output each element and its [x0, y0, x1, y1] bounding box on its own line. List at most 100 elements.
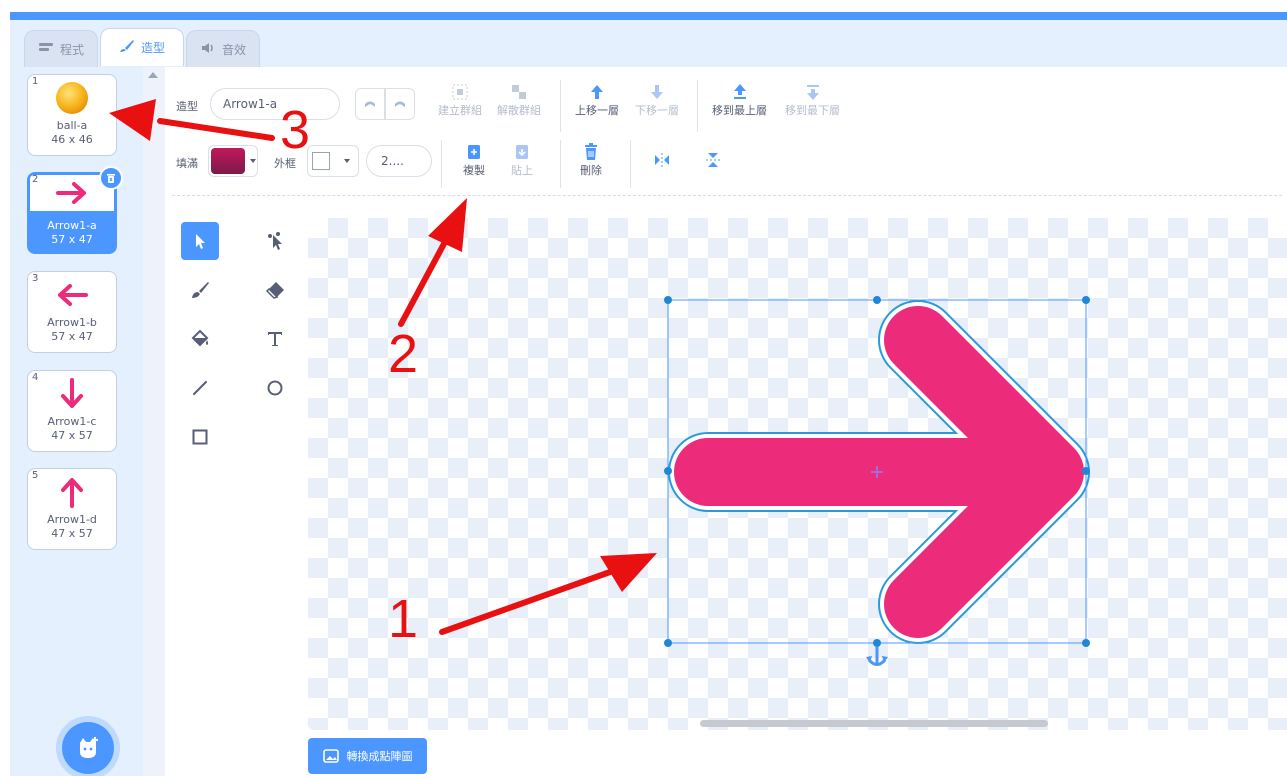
costume-item-5[interactable]: 5 Arrow1-d 47 x 57: [27, 468, 117, 550]
costume-item-1[interactable]: 1 ball-a 46 x 46: [27, 74, 117, 156]
tab-costumes[interactable]: 造型: [100, 28, 184, 66]
toolbar-separator: [697, 80, 698, 132]
trash-icon: [107, 174, 115, 183]
front-label: 移到最上層: [712, 104, 767, 117]
tab-costumes-label: 造型: [140, 41, 165, 55]
code-icon: [38, 41, 54, 58]
undo-icon: [365, 101, 375, 107]
costume-size: 46 x 46: [51, 133, 93, 146]
backward-icon: [647, 82, 667, 102]
ungroup-icon: [509, 82, 529, 102]
eraser-icon: [265, 282, 284, 299]
forward-icon: [587, 82, 607, 102]
trash-icon: [581, 142, 601, 162]
flip-horizontal-button[interactable]: [652, 150, 672, 170]
toolbar-divider: [172, 195, 1282, 196]
tab-sounds-label: 音效: [221, 42, 246, 57]
costume-size: 57 x 47: [51, 330, 93, 343]
flip-vertical-button[interactable]: [703, 150, 723, 170]
back-button[interactable]: 移到最下層: [785, 82, 840, 118]
costume-name: Arrow1-a: [47, 219, 97, 232]
outline-width-input[interactable]: 2....: [366, 145, 432, 177]
convert-to-bitmap-button[interactable]: 轉換成點陣圖: [308, 738, 427, 774]
chevron-down-icon: [250, 159, 256, 163]
circle-icon: [267, 380, 283, 396]
copy-button[interactable]: 複製: [463, 142, 485, 178]
brush-icon: [192, 282, 209, 298]
costume-name: Arrow1-c: [47, 415, 97, 428]
forward-button[interactable]: 上移一層: [575, 82, 619, 118]
text-icon: [268, 332, 282, 346]
costume-name-input[interactable]: Arrow1-a: [210, 88, 340, 120]
group-label: 建立群組: [438, 104, 482, 117]
circle-tool[interactable]: [256, 369, 294, 407]
costume-size: 57 x 47: [51, 233, 93, 246]
select-arrow-icon: [196, 234, 205, 249]
paste-label: 貼上: [511, 164, 533, 177]
copy-icon: [464, 142, 484, 162]
copy-label: 複製: [463, 164, 485, 177]
convert-to-bitmap-label: 轉換成點陣圖: [346, 750, 413, 763]
redo-icon: [395, 101, 405, 107]
back-label: 移到最下層: [785, 104, 840, 117]
tab-code[interactable]: 程式: [24, 30, 98, 67]
fill-label: 填滿: [176, 157, 198, 170]
undo-button[interactable]: [355, 88, 385, 120]
tab-bar: 程式 造型 音效: [10, 20, 1287, 67]
rectangle-tool[interactable]: [181, 418, 219, 456]
image-icon: [322, 749, 339, 763]
outline-color-picker[interactable]: [307, 145, 359, 177]
menu-bar: [10, 12, 1287, 20]
outline-color-swatch: [312, 152, 330, 170]
ball-thumbnail: [28, 79, 116, 117]
costume-size: 47 x 57: [51, 429, 93, 442]
costume-name-label: 造型: [176, 100, 198, 113]
reshape-icon: [268, 232, 282, 250]
costume-list-scrollbar[interactable]: [143, 67, 165, 776]
canvas-scrollbar[interactable]: [700, 720, 1048, 727]
flip-vertical-icon: [703, 150, 723, 170]
costume-item-3[interactable]: 3 Arrow1-b 57 x 47: [27, 271, 117, 353]
eraser-tool[interactable]: [256, 271, 294, 309]
brush-tool[interactable]: [181, 271, 219, 309]
paint-canvas[interactable]: [308, 218, 1287, 730]
toolbar-separator: [560, 80, 561, 132]
costume-item-4[interactable]: 4 Arrow1-c 47 x 57: [27, 370, 117, 452]
tab-sounds[interactable]: 音效: [186, 30, 260, 67]
reshape-tool[interactable]: [256, 222, 294, 260]
text-tool[interactable]: [256, 320, 294, 358]
group-button[interactable]: 建立群組: [438, 82, 482, 118]
costume-name: ball-a: [56, 119, 88, 132]
chevron-down-icon: [344, 159, 350, 163]
delete-label: 刪除: [580, 164, 602, 177]
speaker-icon: [200, 41, 216, 58]
redo-button[interactable]: [385, 88, 415, 120]
paintbrush-icon: [119, 39, 135, 56]
fill-tool[interactable]: [181, 320, 219, 358]
arrow-up-thumbnail: [28, 473, 116, 511]
back-icon: [803, 82, 823, 102]
backward-label: 下移一層: [635, 104, 679, 117]
fill-color-swatch: [211, 148, 245, 174]
scroll-up-icon[interactable]: [148, 72, 158, 78]
group-icon: [450, 82, 470, 102]
delete-button[interactable]: 刪除: [580, 142, 602, 178]
outline-label: 外框: [274, 157, 296, 170]
toolbar-separator: [560, 140, 561, 188]
arrow-left-thumbnail: [28, 276, 116, 314]
paste-icon: [512, 142, 532, 162]
line-tool[interactable]: [181, 369, 219, 407]
top-strip: [0, 0, 1287, 12]
paste-button[interactable]: 貼上: [511, 142, 533, 178]
paint-bucket-icon: [191, 329, 209, 347]
add-costume-button[interactable]: [62, 722, 114, 774]
costume-name: Arrow1-d: [47, 513, 97, 526]
delete-costume-button[interactable]: [99, 166, 123, 190]
costume-size: 47 x 57: [51, 527, 93, 540]
ungroup-button[interactable]: 解散群組: [497, 82, 541, 118]
fill-color-picker[interactable]: [208, 145, 258, 177]
toolbar-separator: [441, 140, 442, 188]
select-tool[interactable]: [181, 222, 219, 260]
front-button[interactable]: 移到最上層: [712, 82, 767, 118]
backward-button[interactable]: 下移一層: [635, 82, 679, 118]
